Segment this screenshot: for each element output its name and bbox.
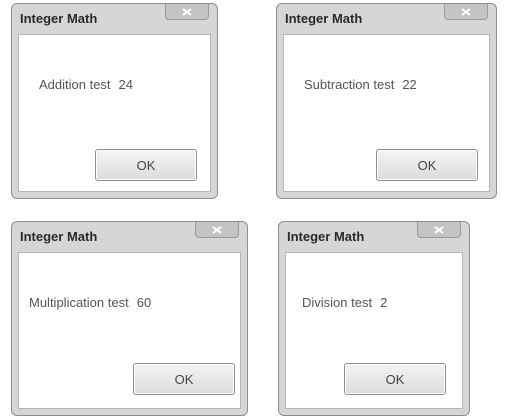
close-icon <box>461 7 471 16</box>
dialog-addition: Integer Math Addition test 24 OK <box>11 3 218 199</box>
dialog-division: Integer Math Division test 2 OK <box>278 221 470 416</box>
close-icon <box>212 225 222 234</box>
dialog-client-area: Addition test 24 OK <box>18 34 211 192</box>
dialog-title: Integer Math <box>287 229 365 244</box>
result-label: Multiplication test <box>29 295 129 310</box>
close-button[interactable] <box>417 222 461 238</box>
close-button[interactable] <box>165 4 209 20</box>
dialog-title: Integer Math <box>285 11 363 26</box>
result-value: 2 <box>380 295 388 310</box>
close-button[interactable] <box>444 4 488 20</box>
result-message: Subtraction test 22 <box>304 77 417 92</box>
ok-button[interactable]: OK <box>95 149 197 181</box>
result-message: Addition test 24 <box>39 77 133 92</box>
result-value: 60 <box>136 295 152 310</box>
result-label: Addition test <box>39 77 111 92</box>
ok-button[interactable]: OK <box>344 363 446 395</box>
dialog-title: Integer Math <box>20 229 98 244</box>
title-bar: Integer Math <box>18 222 241 252</box>
dialog-title: Integer Math <box>20 11 98 26</box>
ok-button[interactable]: OK <box>376 149 478 181</box>
result-label: Division test <box>302 295 373 310</box>
result-message: Multiplication test 60 <box>29 295 151 310</box>
result-value: 24 <box>118 77 134 92</box>
result-value: 22 <box>402 77 417 92</box>
title-bar: Integer Math <box>18 4 211 34</box>
close-icon <box>434 225 444 234</box>
dialog-subtraction: Integer Math Subtraction test 22 OK <box>276 3 497 199</box>
dialog-client-area: Subtraction test 22 OK <box>283 34 490 192</box>
dialog-client-area: Division test 2 OK <box>285 252 463 409</box>
result-message: Division test 2 <box>302 295 387 310</box>
dialog-multiplication: Integer Math Multiplication test 60 OK <box>11 221 248 416</box>
title-bar: Integer Math <box>283 4 490 34</box>
title-bar: Integer Math <box>285 222 463 252</box>
ok-button[interactable]: OK <box>133 363 235 395</box>
close-button[interactable] <box>195 222 239 238</box>
result-label: Subtraction test <box>304 77 395 92</box>
dialog-client-area: Multiplication test 60 OK <box>18 252 241 409</box>
close-icon <box>182 7 192 16</box>
